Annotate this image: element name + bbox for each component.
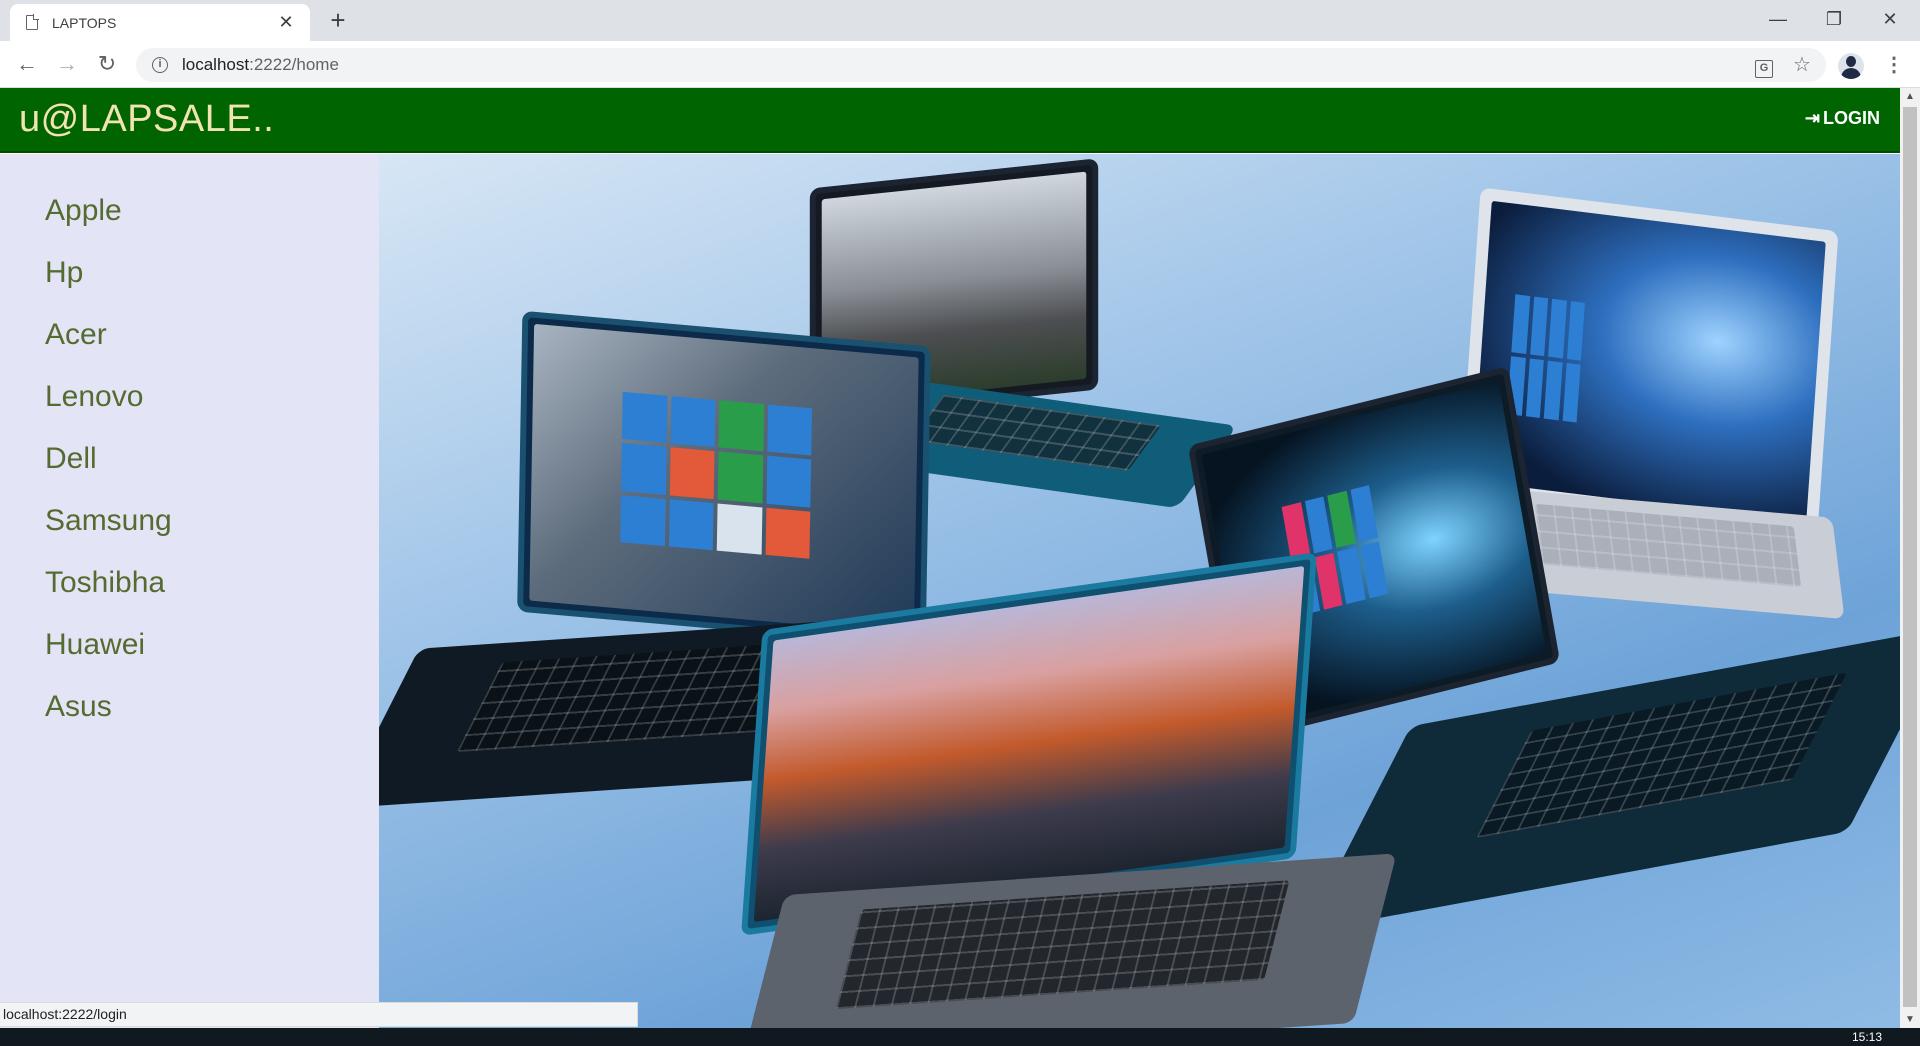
sidebar-item-huawei[interactable]: Huawei (0, 614, 379, 676)
login-button[interactable]: ⇥ LOGIN (1805, 108, 1880, 129)
url-text[interactable]: localhost:2222/home (182, 55, 339, 75)
tab-title: LAPTOPS (52, 14, 117, 31)
sidebar-item-samsung[interactable]: Samsung (0, 490, 379, 552)
tab-close-icon[interactable]: ✕ (276, 12, 296, 33)
browser-tab-strip: LAPTOPS ✕ + — ❐ ✕ (0, 0, 1920, 41)
sidebar-item-acer[interactable]: Acer (0, 304, 379, 366)
page-scrollbar[interactable]: ▲ ▼ (1900, 88, 1920, 1028)
bookmark-star-icon[interactable]: ☆ (1790, 53, 1814, 77)
scroll-down-arrow-icon[interactable]: ▼ (1900, 1011, 1920, 1028)
translate-icon[interactable]: G (1752, 53, 1776, 78)
site-brand[interactable]: u@LAPSALE.. (19, 98, 274, 141)
sidebar-item-lenovo[interactable]: Lenovo (0, 366, 379, 428)
link-status-bubble: localhost:2222/login (0, 1002, 638, 1027)
scroll-up-arrow-icon[interactable]: ▲ (1900, 88, 1920, 105)
restore-button[interactable]: ❐ (1806, 0, 1862, 38)
address-bar[interactable]: i localhost:2222/home (136, 48, 1826, 82)
profile-avatar[interactable] (1838, 53, 1864, 79)
browser-menu-icon[interactable]: ⋮ (1882, 53, 1906, 77)
taskbar-clock: 15:13 (1851, 1030, 1882, 1044)
sidebar-item-toshibha[interactable]: Toshibha (0, 552, 379, 614)
browser-toolbar: ← → ↻ i localhost:2222/home G ☆ ⋮ (0, 41, 1920, 88)
login-icon: ⇥ (1804, 108, 1820, 128)
laptops-hero-image (379, 154, 1900, 1028)
browser-tab[interactable]: LAPTOPS ✕ (10, 4, 310, 41)
close-window-button[interactable]: ✕ (1862, 0, 1918, 38)
new-tab-button[interactable]: + (323, 6, 353, 36)
sidebar-item-hp[interactable]: Hp (0, 242, 379, 304)
login-label: LOGIN (1823, 108, 1880, 128)
laptop-illustration (729, 552, 1509, 1028)
brand-sidebar: Apple Hp Acer Lenovo Dell Samsung Toshib… (0, 154, 379, 1028)
sidebar-item-asus[interactable]: Asus (0, 676, 379, 738)
site-navbar: u@LAPSALE.. ⇥ LOGIN (0, 88, 1900, 153)
page-icon (26, 14, 39, 30)
minimize-button[interactable]: — (1750, 0, 1806, 38)
sidebar-item-dell[interactable]: Dell (0, 428, 379, 490)
scroll-thumb[interactable] (1903, 107, 1917, 1007)
web-page: u@LAPSALE.. ⇥ LOGIN Apple Hp Acer Lenovo… (0, 88, 1900, 1028)
sidebar-item-apple[interactable]: Apple (0, 180, 379, 242)
forward-button[interactable]: → (51, 49, 83, 81)
back-button[interactable]: ← (11, 49, 43, 81)
info-icon[interactable]: i (152, 57, 168, 73)
os-taskbar: 15:13 (0, 1028, 1920, 1046)
reload-button[interactable]: ↻ (91, 49, 123, 81)
